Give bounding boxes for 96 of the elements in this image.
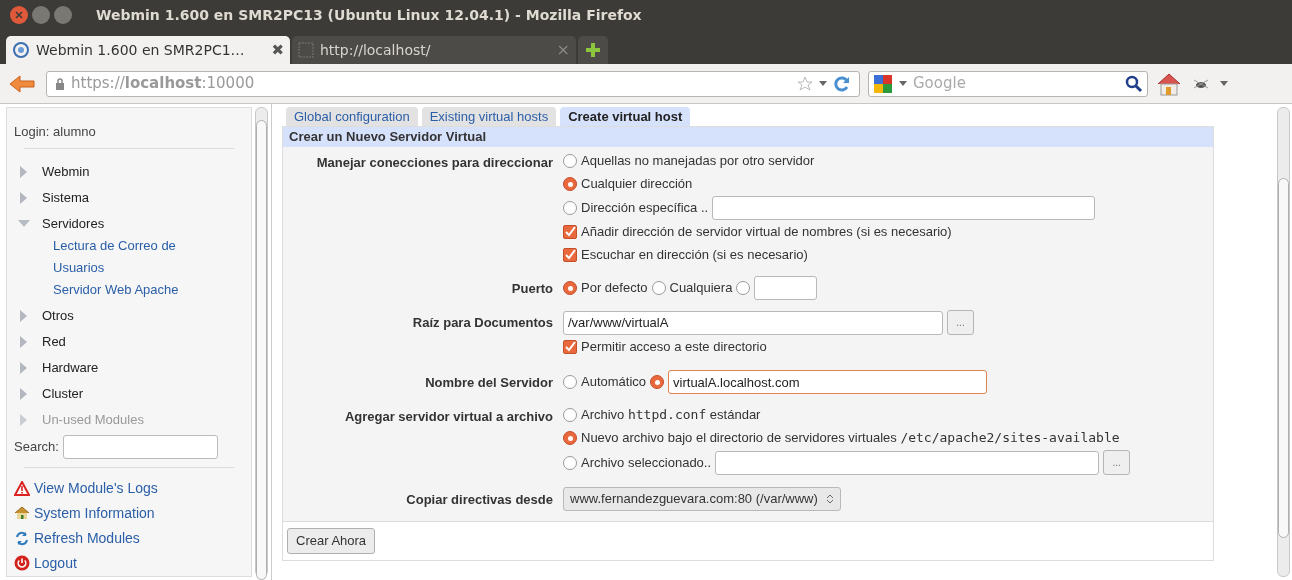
category-link[interactable]: Cluster [42,383,84,404]
radio-button[interactable] [563,201,577,215]
dropdown-arrow-icon [899,80,907,87]
dropdown-arrow-icon [819,80,827,87]
checkbox[interactable] [563,248,577,262]
radio-button[interactable] [563,177,577,191]
plus-icon [585,42,601,58]
tab-title: Webmin 1.600 en SMR2PC1… [36,40,246,60]
option-label: Cualquiera [669,279,733,298]
category-link[interactable]: Red [42,331,66,352]
power-icon [14,555,30,572]
new-tab-button[interactable] [578,36,608,64]
radio-button[interactable] [563,281,577,295]
search-engine-icon [873,73,893,94]
text-field[interactable]: virtualA.localhost.com [668,370,988,394]
dropdown-arrow-icon [1220,80,1228,87]
radio-button[interactable] [563,408,577,422]
option-label: Por defecto [581,279,648,298]
browser-tab[interactable]: Webmin 1.600 en SMR2PC1… ✖ [6,36,290,64]
search-bar[interactable]: Google [868,70,1148,97]
option-label: Archivo seleccionado.. [581,453,712,472]
radio-button[interactable] [563,431,577,445]
sidebar-link[interactable]: System Information [34,502,155,524]
radio-button[interactable] [736,281,751,295]
maximize-icon[interactable] [54,6,72,24]
url-text: https://localhost:10000 [71,73,256,95]
browse-button[interactable]: ... [947,310,974,335]
home-icon[interactable] [1156,71,1182,96]
option-label: Permitir acceso a este directorio [581,338,767,357]
field-label: Manejar conecciones para direccionar [316,155,553,170]
option-label: Nuevo archivo bajo el directorio de servidores virtuales /etc/apache2/sites-available [581,429,1120,448]
field-label: Puerto [511,281,553,296]
browse-button[interactable]: ... [1103,450,1131,475]
radio-button[interactable] [563,154,577,168]
create-button[interactable]: Crear Ahora [287,528,376,554]
home-icon [14,506,30,521]
checkbox[interactable] [563,225,577,239]
module-link[interactable]: Servidor Web Apache [53,278,194,301]
dropdown[interactable]: www.fernandezguevara.com:80 (/var/www) [563,487,841,511]
close-icon[interactable] [10,6,28,24]
category-link[interactable]: Servidores [42,213,105,234]
refresh-icon [14,530,30,546]
field-label: Nombre del Servidor [425,375,553,390]
star-icon [797,75,813,92]
blank-page-icon [298,42,314,58]
text-field[interactable] [712,196,1096,220]
scrollbar[interactable] [255,107,268,577]
spinner-icon [825,493,834,505]
category-link[interactable]: Hardware [42,357,99,378]
scroll-thumb[interactable] [256,120,267,580]
sidebar-link[interactable]: Logout [34,552,77,574]
browser-tab[interactable]: http://localhost/ × [292,36,576,64]
search-input[interactable]: Google [913,72,1119,95]
close-tab-icon[interactable]: ✖ [271,38,284,62]
option-label: Archivo httpd.conf estándar [581,406,761,425]
lock-icon [55,77,65,90]
sidebar-link[interactable]: Refresh Modules [34,527,140,549]
field-label: Agregar servidor virtual a archivo [344,409,553,424]
text-field[interactable] [754,276,818,300]
module-tab[interactable]: Create virtual host [560,107,691,126]
radio-button[interactable] [650,375,665,389]
radio-button[interactable] [563,455,577,470]
category-link[interactable]: Otros [42,305,74,326]
scroll-thumb[interactable] [1278,178,1289,538]
option-label: Añadir dirección de servidor virtual de nombres (si es necesario) [581,223,952,242]
module-link[interactable]: Lectura de Correo de Usuarios [53,234,194,279]
option-label: Automático [581,373,647,392]
tab-title: http://localhost/ [320,40,432,60]
scrollbar[interactable] [1277,107,1290,577]
option-label: Aquellas no manejadas por otro servidor [581,152,815,171]
back-arrow-icon[interactable] [8,73,38,94]
webmin-icon [12,41,30,59]
checkbox[interactable] [563,340,577,354]
category-link[interactable]: Webmin [42,161,90,182]
module-search-field[interactable] [62,434,218,459]
module-tab[interactable]: Global configuration [286,107,418,126]
option-label: Cualquier dirección [581,175,693,194]
minimize-icon[interactable] [32,6,50,24]
option-label: Escuchar en dirección (si es necesario) [581,246,808,265]
reload-icon [833,74,851,93]
form-header: Crear un Nuevo Servidor Virtual [283,127,1213,147]
category-link[interactable]: Sistema [42,187,89,208]
login-text: Login: alumno [14,123,97,141]
text-field[interactable]: /var/www/virtualA [563,310,943,335]
radio-button[interactable] [651,281,666,295]
module-tab[interactable]: Existing virtual hosts [421,107,557,126]
search-icon [1125,74,1143,93]
radio-button[interactable] [563,375,577,389]
warning-icon [14,480,30,496]
text-field[interactable] [715,450,1100,475]
sidebar-link[interactable]: View Module's Logs [34,477,158,499]
field-label: Copiar directivas desde [406,492,553,507]
window-title: Webmin 1.600 en SMR2PC13 (Ubuntu Linux 12.04.1) - Mozilla Firefox [96,5,642,25]
option-label: Dirección específica .. [581,199,709,218]
field-label: Raíz para Documentos [412,315,553,330]
search-label: Search: [14,437,59,456]
